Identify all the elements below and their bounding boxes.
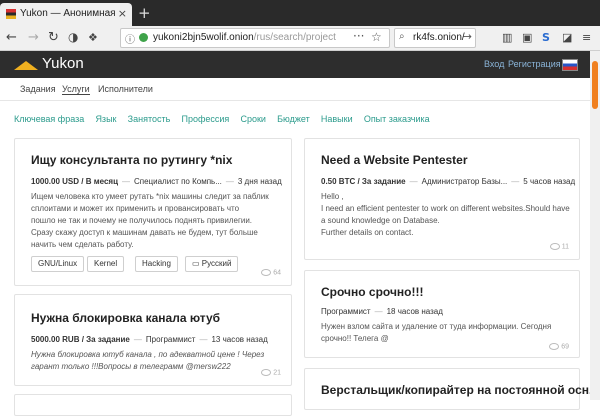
search-icon: ⌕ — [399, 31, 405, 42]
filter-language[interactable]: Язык — [95, 114, 116, 124]
reload-icon[interactable]: ↻ — [48, 30, 59, 45]
view-count: 64 — [261, 269, 281, 276]
menu-item-tasks[interactable]: Задания — [20, 84, 56, 94]
security-level-icon[interactable]: ❖ — [88, 30, 98, 45]
address-bar[interactable]: ⓘ yukoni2bjn5wolif.onion/rus/search/proj… — [120, 28, 390, 48]
eye-icon — [549, 243, 560, 250]
eye-icon — [261, 269, 272, 276]
yukon-logo-icon — [14, 61, 38, 70]
page-actions-icon[interactable]: ··· — [353, 29, 364, 43]
hamburger-menu-icon[interactable]: ≡ — [582, 31, 591, 44]
site-favicon-icon — [6, 9, 16, 19]
browser-tab[interactable]: Yukon — Анонимная фр × — [0, 3, 132, 26]
project-description: Hello , I need an efficient pentester to… — [321, 192, 570, 237]
view-count: 11 — [549, 243, 569, 250]
language-flag-icon[interactable] — [562, 59, 578, 71]
project-meta: 0.50 BTC / За задание — Администратор Базы… — [321, 177, 576, 186]
forward-arrow-icon[interactable]: → — [28, 30, 39, 45]
library-icon[interactable]: ▥ — [502, 31, 512, 44]
filter-keyword[interactable]: Ключевая фраза — [14, 114, 84, 124]
project-description: Ищем человека кто умеет рутать *nix маши… — [31, 192, 269, 249]
sidebar-icon[interactable]: ▣ — [522, 31, 532, 44]
tag-gnu-linux[interactable]: GNU/Linux — [31, 256, 85, 272]
chat-icon: ▭ — [192, 259, 200, 268]
eye-icon — [261, 369, 272, 376]
project-description: Нужна блокировка ютуб канала , по адеква… — [31, 350, 265, 371]
tag-kernel[interactable]: Kernel — [87, 256, 125, 272]
filter-customer-experience[interactable]: Опыт заказчика — [364, 114, 430, 124]
site-header: Yukon Вход Регистрация — [0, 51, 590, 78]
register-link[interactable]: Регистрация — [508, 59, 561, 69]
project-meta: Программист —18 часов назад — [321, 307, 443, 316]
site-menu: Задания Услуги Исполнители — [0, 78, 590, 101]
page-scrollbar[interactable] — [590, 51, 600, 400]
filter-skills[interactable]: Навыки — [321, 114, 353, 124]
search-go-icon[interactable]: → — [463, 30, 472, 43]
filter-profession[interactable]: Профессия — [181, 114, 229, 124]
project-meta: 1000.00 USD / В месяц — Специалист по Комп… — [31, 177, 282, 186]
project-price: 1000.00 USD / В месяц — [31, 177, 118, 186]
project-card[interactable] — [14, 394, 292, 416]
tag-hacking[interactable]: Hacking — [135, 256, 178, 272]
project-role: Программист — [145, 335, 196, 344]
project-time: 3 дня назад — [237, 177, 282, 186]
project-card[interactable]: Нужна блокировка канала ютуб 5000.00 RUB… — [14, 294, 292, 386]
project-time: 13 часов назад — [211, 335, 268, 344]
url-text[interactable]: yukoni2bjn5wolif.onion/rus/search/projec… — [153, 32, 336, 43]
onion-menu-icon[interactable]: ◑ — [68, 30, 78, 45]
project-price: 5000.00 RUB / За задание — [31, 335, 130, 344]
project-role: Программист — [321, 307, 371, 316]
eye-icon — [549, 343, 560, 350]
project-title[interactable]: Срочно срочно!!! — [321, 285, 423, 299]
new-tab-button[interactable]: + — [138, 4, 151, 22]
back-arrow-icon[interactable]: ← — [6, 30, 17, 45]
filter-bar: Ключевая фраза Язык Занятость Профессия … — [14, 114, 438, 126]
view-count: 21 — [261, 369, 281, 376]
project-card[interactable]: Need a Website Pentester 0.50 BTC / За з… — [304, 138, 580, 260]
search-input[interactable]: rk4fs.onion/ — [413, 32, 465, 43]
close-tab-icon[interactable]: × — [118, 7, 127, 20]
project-time: 5 часов назад — [523, 177, 576, 186]
menu-item-services[interactable]: Услуги — [62, 84, 90, 95]
scrollbar-thumb[interactable] — [592, 61, 598, 109]
project-title[interactable]: Нужна блокировка канала ютуб — [31, 311, 220, 325]
browser-navigation-bar: ← → ↻ ◑ ❖ ⓘ yukoni2bjn5wolif.onion/rus/s… — [0, 26, 600, 51]
project-role: Специалист по Компь... — [134, 177, 222, 186]
project-meta: 5000.00 RUB / За задание — Программист —13 … — [31, 335, 268, 344]
filter-deadline[interactable]: Сроки — [240, 114, 265, 124]
bookmark-star-icon[interactable]: ☆ — [371, 30, 382, 44]
project-role: Администратор Базы... — [421, 177, 508, 186]
tag-language[interactable]: ▭ Русский — [185, 256, 239, 272]
browser-tab-bar: Yukon — Анонимная фр × + — [0, 0, 600, 26]
project-description: Нужен взлом сайта и удаление от туда инф… — [321, 322, 552, 343]
site-info-icon[interactable]: ⓘ — [125, 31, 135, 46]
project-price: 0.50 BTC / За задание — [321, 177, 406, 186]
search-box[interactable]: ⌕ rk4fs.onion/ → — [394, 28, 476, 48]
site-logo[interactable]: Yukon — [42, 55, 84, 72]
view-count: 69 — [549, 343, 569, 350]
browser-tab-title: Yukon — Анонимная фр — [20, 8, 116, 19]
filter-budget[interactable]: Бюджет — [277, 114, 310, 124]
login-link[interactable]: Вход — [484, 59, 504, 69]
project-time: 18 часов назад — [386, 307, 443, 316]
project-title[interactable]: Ищу консультанта по рутингу *nix — [31, 153, 232, 167]
project-card[interactable]: Срочно срочно!!! Программист —18 часов на… — [304, 270, 580, 358]
extension-icon[interactable]: ◪ — [562, 31, 572, 44]
noscript-icon[interactable]: S — [542, 31, 550, 44]
project-card[interactable]: Ищу консультанта по рутингу *nix 1000.00… — [14, 138, 292, 286]
project-title[interactable]: Need a Website Pentester — [321, 153, 468, 167]
project-card[interactable]: Верстальщик/копирайтер на постоянной осн… — [304, 368, 599, 410]
menu-item-freelancers[interactable]: Исполнители — [98, 84, 153, 94]
filter-employment[interactable]: Занятость — [128, 114, 171, 124]
onion-secure-icon — [139, 33, 148, 42]
project-title[interactable]: Верстальщик/копирайтер на постоянной осн… — [321, 383, 599, 397]
